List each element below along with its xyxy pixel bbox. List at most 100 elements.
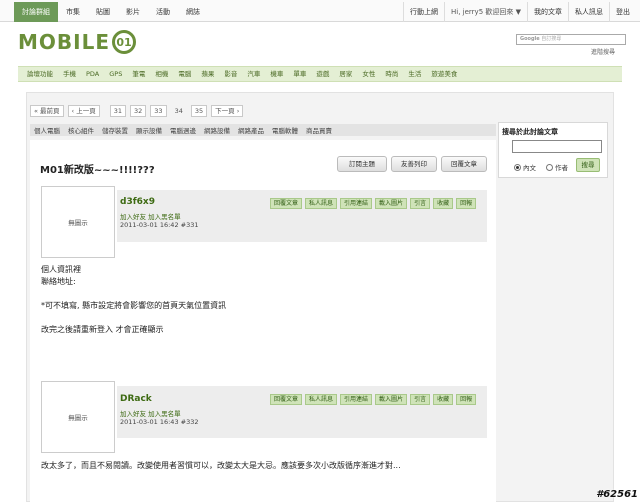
favorite-button[interactable]: 收藏	[433, 198, 454, 209]
category-item[interactable]: 機車	[265, 67, 288, 81]
search-placeholder: 自訂搜尋	[541, 36, 562, 42]
category-item[interactable]: 生活	[403, 67, 426, 81]
quote-link-button[interactable]: 引用連結	[340, 394, 373, 405]
pager-page[interactable]: 32	[130, 105, 147, 117]
category-item[interactable]: 單車	[288, 67, 311, 81]
subcategory-item[interactable]: 電腦軟體	[268, 125, 302, 135]
reply-thread-button[interactable]: 回覆文章	[441, 156, 487, 172]
load-images-button[interactable]: 載入圖片	[375, 394, 408, 405]
post-line: 改太多了，而且不易閱讀。改變使用者習慣可以，改變太大是大忌。應該要多次小改版循序…	[41, 461, 401, 470]
avatar: 無圖示	[41, 186, 115, 258]
logout-link[interactable]: 登出	[609, 2, 636, 22]
post-line-blank	[41, 312, 481, 324]
category-bar: 論壇功能 手機 PDA GPS 筆電 相機 電腦 蘋果 影音 汽車 機車 單車 …	[18, 66, 622, 82]
pagination: « 最前頁 ‹ 上一頁 31 32 33 34 35 下一頁 ›	[30, 105, 247, 117]
radio-content[interactable]: 內文	[514, 162, 536, 172]
post-username[interactable]: d3f6x9	[120, 197, 155, 207]
category-item[interactable]: 時尚	[380, 67, 403, 81]
category-item[interactable]: 筆電	[127, 67, 150, 81]
post-body: 個人資訊裡 聯絡地址: *可不填寫, 縣市設定將會影響您的首頁天氣位置資訊 改完…	[41, 264, 481, 336]
private-message-button[interactable]: 私人訊息	[305, 198, 338, 209]
report-button[interactable]: 回報	[456, 394, 477, 405]
post-line-blank	[41, 288, 481, 300]
pager-page[interactable]: 33	[150, 105, 167, 117]
quote-button[interactable]: 引言	[410, 394, 431, 405]
advanced-search-link[interactable]: 進階搜尋	[591, 47, 615, 56]
pager-first[interactable]: « 最前頁	[30, 105, 64, 117]
subcategory-item[interactable]: 網路設備	[200, 125, 234, 135]
post-line: 改完之後請重新登入 才會正確顯示	[41, 325, 164, 334]
category-item[interactable]: 居家	[334, 67, 357, 81]
topnav-videos[interactable]: 影片	[118, 2, 148, 22]
subcategory-item[interactable]: 儲存裝置	[98, 125, 132, 135]
radio-selected-icon[interactable]	[514, 163, 521, 171]
post-date: 2011-03-01 16:43 #332	[120, 418, 199, 426]
subcategory-item[interactable]: 商品買賣	[302, 125, 336, 135]
post-username[interactable]: DRack	[120, 394, 152, 404]
topnav-events[interactable]: 活動	[148, 2, 178, 22]
category-item[interactable]: 電腦	[173, 67, 196, 81]
topnav-photos[interactable]: 貼圖	[88, 2, 118, 22]
reply-post-button[interactable]: 回覆文章	[270, 198, 303, 209]
category-item[interactable]: 相機	[150, 67, 173, 81]
category-item[interactable]: 遊戲	[311, 67, 334, 81]
pager-page[interactable]: 31	[109, 105, 126, 117]
topnav-market[interactable]: 市集	[58, 2, 88, 22]
favorite-button[interactable]: 收藏	[433, 394, 454, 405]
quote-button[interactable]: 引言	[410, 198, 431, 209]
category-item[interactable]: GPS	[104, 67, 127, 81]
private-message-button[interactable]: 私人訊息	[305, 394, 338, 405]
avatar: 無圖示	[41, 381, 115, 453]
thread-search-title: 搜尋於此討論文章	[502, 128, 558, 136]
user-menu: 行動上網 Hi, jerry5 歡迎回來 ▼ 我的文章 私人訊息 登出	[403, 2, 636, 22]
print-friendly-button[interactable]: 友善列印	[391, 156, 437, 172]
category-item[interactable]: 旅遊美食	[426, 67, 462, 81]
thread-search-input[interactable]	[512, 140, 602, 153]
post-actions: 回覆文章 私人訊息 引用連結 載入圖片 引言 收藏 回報	[267, 394, 477, 405]
my-articles-link[interactable]: 我的文章	[527, 2, 568, 22]
thread-search-button[interactable]: 搜尋	[576, 158, 600, 172]
post-actions: 回覆文章 私人訊息 引用連結 載入圖片 引言 收藏 回報	[267, 198, 477, 209]
post-friend-links[interactable]: 加入好友 加入黑名單	[120, 211, 181, 221]
radio-content-label: 內文	[523, 164, 536, 172]
subcategory-item[interactable]: 顯示設備	[132, 125, 166, 135]
thread-title: M01新改版~~~!!!!???	[40, 165, 155, 176]
radio-unselected-icon[interactable]	[546, 163, 553, 171]
subcategory-item[interactable]: 電腦週邊	[166, 125, 200, 135]
site-logo[interactable]: MOBILE 01	[18, 30, 136, 54]
load-images-button[interactable]: 載入圖片	[375, 198, 408, 209]
category-item[interactable]: 女性	[357, 67, 380, 81]
topnav-blog[interactable]: 網誌	[178, 2, 208, 22]
category-item[interactable]: 汽車	[242, 67, 265, 81]
post-line: 聯絡地址:	[41, 277, 76, 286]
pager-next[interactable]: 下一頁 ›	[211, 105, 244, 117]
private-message-link[interactable]: 私人訊息	[568, 2, 609, 22]
category-item[interactable]: 影音	[219, 67, 242, 81]
category-item[interactable]: 論壇功能	[22, 67, 58, 81]
quote-link-button[interactable]: 引用連結	[340, 198, 373, 209]
report-button[interactable]: 回報	[456, 198, 477, 209]
category-item[interactable]: 蘋果	[196, 67, 219, 81]
topnav-forum[interactable]: 討論群組	[14, 2, 58, 22]
subcategory-item[interactable]: 個人電腦	[30, 125, 64, 135]
reply-post-button[interactable]: 回覆文章	[270, 394, 303, 405]
logo-text: MOBILE	[18, 30, 110, 54]
logo-mark: 01	[112, 30, 136, 54]
user-greeting[interactable]: Hi, jerry5 歡迎回來 ▼	[444, 2, 527, 22]
subcategory-item[interactable]: 核心組件	[64, 125, 98, 135]
subscribe-thread-button[interactable]: 訂閱主題	[337, 156, 387, 172]
post-line: 個人資訊裡	[41, 265, 81, 274]
radio-author[interactable]: 作者	[546, 162, 568, 172]
post-friend-links[interactable]: 加入好友 加入黑名單	[120, 408, 181, 418]
search-brand: Google	[520, 36, 540, 42]
pager-prev[interactable]: ‹ 上一頁	[67, 105, 100, 117]
mobile-link[interactable]: 行動上網	[403, 2, 444, 22]
pager-page[interactable]: 35	[190, 105, 208, 117]
subcategory-item[interactable]: 網路產品	[234, 125, 268, 135]
site-search-input[interactable]: Google 自訂搜尋	[516, 34, 626, 45]
subcategory-bar: 個人電腦 核心組件 儲存裝置 顯示設備 電腦週邊 網路設備 網路產品 電腦軟體 …	[30, 124, 496, 136]
radio-author-label: 作者	[555, 164, 568, 172]
post-line: *可不填寫, 縣市設定將會影響您的首頁天氣位置資訊	[41, 301, 227, 310]
category-item[interactable]: 手機	[58, 67, 81, 81]
category-item[interactable]: PDA	[81, 67, 104, 81]
